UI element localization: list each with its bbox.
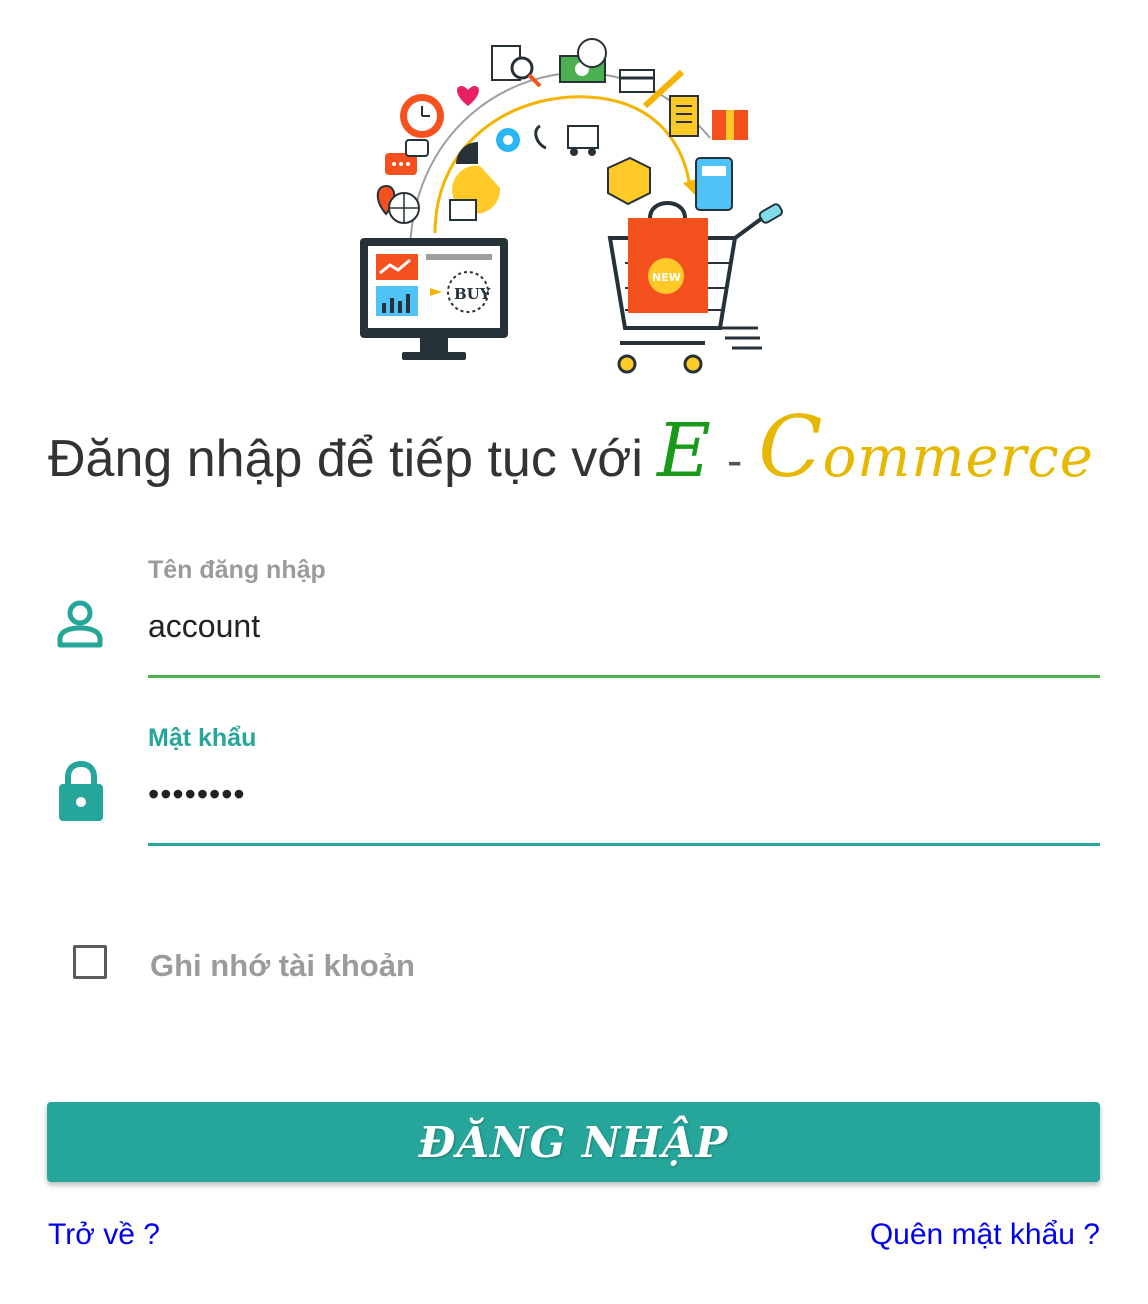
brand-dash: - [726, 434, 743, 486]
remember-checkbox[interactable] [73, 945, 107, 979]
username-input[interactable] [148, 604, 1100, 648]
login-button[interactable]: ĐĂNG NHẬP [47, 1102, 1100, 1182]
password-underline [148, 843, 1100, 846]
forgot-password-link[interactable]: Quên mật khẩu ? [870, 1218, 1100, 1252]
password-input[interactable] [148, 772, 1100, 816]
login-button-label: ĐĂNG NHẬP [418, 1117, 729, 1167]
username-label: Tên đăng nhập [148, 556, 326, 584]
back-link[interactable]: Trở về ? [48, 1218, 160, 1252]
remember-label[interactable]: Ghi nhớ tài khoản [150, 948, 415, 984]
svg-text:BUY: BUY [454, 285, 491, 303]
lock-icon [59, 760, 103, 821]
brand-e: E [656, 408, 711, 494]
username-underline [148, 675, 1100, 678]
page-title: Đăng nhập để tiếp tục với E - Commerce [48, 392, 1118, 515]
title-prefix: Đăng nhập để tiếp tục với [48, 430, 643, 488]
brand-c: C [758, 398, 823, 496]
svg-text:NEW: NEW [652, 271, 681, 284]
brand-rest: ommerce [822, 425, 1094, 490]
password-label: Mật khẩu [148, 724, 257, 752]
user-icon [57, 600, 103, 648]
ecommerce-illustration: BUY NEW [360, 38, 783, 374]
